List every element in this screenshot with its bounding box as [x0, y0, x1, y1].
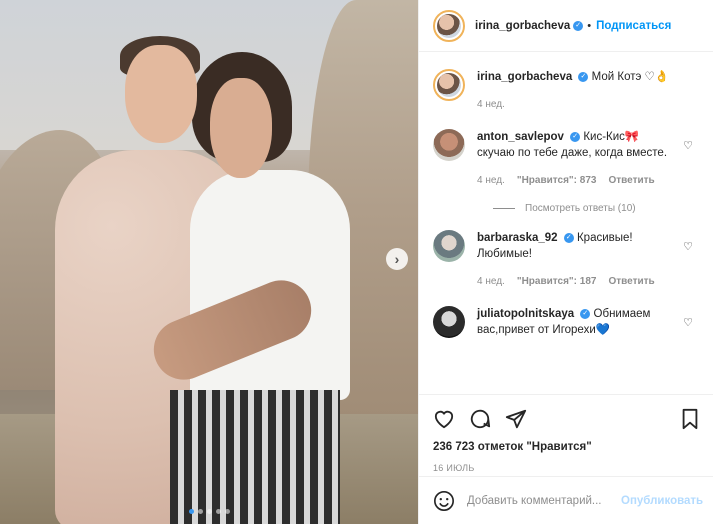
- carousel-next-button[interactable]: ›: [386, 248, 408, 270]
- verified-icon: ✓: [570, 131, 581, 142]
- comment-time[interactable]: 4 нед.: [477, 274, 505, 290]
- like-heart-icon[interactable]: [433, 409, 455, 429]
- emoji-smiley-icon[interactable]: [433, 490, 455, 512]
- comment-like-icon[interactable]: ♡: [683, 139, 693, 152]
- commenter-avatar[interactable]: [433, 230, 465, 262]
- caption-username[interactable]: irina_gorbacheva: [477, 71, 572, 83]
- verified-icon: ✓: [573, 20, 584, 31]
- verified-icon: ✓: [563, 232, 574, 243]
- caption-emoji: ♡👌: [644, 71, 670, 83]
- caption-text: Мой Котэ: [591, 71, 642, 83]
- author-avatar[interactable]: [433, 9, 465, 42]
- add-comment-bar: Опубликовать: [419, 476, 713, 524]
- view-replies-label: Посмотреть ответы (10): [525, 203, 636, 214]
- carousel-dot: [224, 509, 230, 514]
- carousel-dots: [0, 509, 418, 514]
- carousel-dot: [215, 509, 221, 514]
- caption-meta: 4 нед.: [477, 97, 677, 113]
- chevron-right-icon: ›: [394, 251, 400, 267]
- comment-item: anton_savlepov ✓ Кис-Кис🎀 скучаю по тебе…: [433, 129, 699, 189]
- caption-time[interactable]: 4 нед.: [477, 97, 505, 113]
- publish-button[interactable]: Опубликовать: [621, 495, 703, 507]
- comment-bubble-icon[interactable]: [469, 408, 491, 430]
- commenter-avatar[interactable]: [433, 129, 465, 161]
- post-date: 16 июль: [433, 463, 475, 473]
- comment-item: juliatopolnitskaya ✓ Обнимаем вас,привет…: [433, 306, 699, 338]
- author-avatar[interactable]: [433, 69, 465, 101]
- post-modal: › irina_gorbacheva ✓ • Подписаться irina…: [0, 0, 713, 524]
- photo-woman-head: [125, 45, 197, 143]
- replies-line: [493, 208, 515, 209]
- comment-like-icon[interactable]: ♡: [683, 240, 693, 253]
- view-replies-button[interactable]: Посмотреть ответы (10): [493, 203, 699, 214]
- carousel-dot: [188, 509, 194, 514]
- comment-username[interactable]: juliatopolnitskaya: [477, 308, 574, 320]
- comment-time[interactable]: 4 нед.: [477, 173, 505, 189]
- likes-count[interactable]: 236 723 отметок "Нравится": [433, 441, 699, 453]
- comment-username[interactable]: barbaraska_92: [477, 232, 558, 244]
- photo-man-head: [210, 78, 272, 178]
- reply-button[interactable]: Ответить: [608, 173, 654, 189]
- carousel-dot: [206, 509, 212, 514]
- comment-likes[interactable]: "Нравится": 873: [517, 173, 597, 189]
- share-send-icon[interactable]: [505, 408, 527, 430]
- comment-likes[interactable]: "Нравится": 187: [517, 274, 597, 290]
- commenter-avatar[interactable]: [433, 306, 465, 338]
- post-header: irina_gorbacheva ✓ • Подписаться: [419, 0, 713, 52]
- comments-list: irina_gorbacheva ✓ Мой Котэ ♡👌 4 нед. an…: [419, 53, 713, 393]
- comment-item: barbaraska_92 ✓ Красивые! Любимые! 4 нед…: [433, 230, 699, 290]
- separator-dot: •: [587, 19, 592, 32]
- comment-like-icon[interactable]: ♡: [683, 316, 693, 329]
- bookmark-icon[interactable]: [681, 408, 699, 430]
- reply-button[interactable]: Ответить: [608, 274, 654, 290]
- post-actions: 236 723 отметок "Нравится" 16 июль: [419, 394, 713, 473]
- action-bar: [433, 403, 699, 435]
- comment-username[interactable]: anton_savlepov: [477, 131, 564, 143]
- caption: irina_gorbacheva ✓ Мой Котэ ♡👌 4 нед.: [433, 69, 699, 113]
- verified-icon: ✓: [580, 308, 591, 319]
- author-username[interactable]: irina_gorbacheva: [475, 20, 570, 32]
- comment-meta: 4 нед. "Нравится": 187 Ответить: [477, 274, 677, 290]
- post-photo[interactable]: ›: [0, 0, 418, 524]
- comment-input[interactable]: [467, 494, 621, 507]
- carousel-dot: [197, 509, 203, 514]
- photo-man-pants: [170, 390, 340, 524]
- post-side-panel: irina_gorbacheva ✓ • Подписаться irina_g…: [418, 0, 713, 524]
- follow-button[interactable]: Подписаться: [596, 20, 671, 32]
- verified-icon: ✓: [578, 71, 589, 82]
- comment-meta: 4 нед. "Нравится": 873 Ответить: [477, 173, 677, 189]
